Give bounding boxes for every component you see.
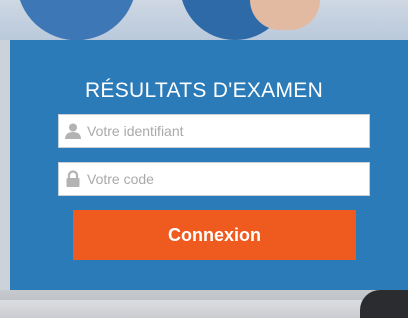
photo-dark-object — [360, 290, 408, 318]
background-photo-edge — [0, 40, 10, 290]
code-input[interactable] — [87, 163, 369, 195]
background-photo-top — [0, 0, 408, 40]
login-title: RÉSULTATS D'EXAMEN — [84, 79, 324, 102]
login-panel: RÉSULTATS D'EXAMEN Connexion — [10, 40, 408, 290]
photo-sleeve-left — [15, 0, 145, 40]
background-photo-bottom — [0, 290, 408, 318]
lock-icon — [59, 170, 87, 188]
photo-shadow — [0, 290, 408, 300]
connexion-button[interactable]: Connexion — [73, 210, 356, 260]
code-field[interactable] — [58, 162, 370, 196]
user-icon — [59, 122, 87, 140]
identifier-field[interactable] — [58, 114, 370, 148]
identifier-input[interactable] — [87, 115, 369, 147]
